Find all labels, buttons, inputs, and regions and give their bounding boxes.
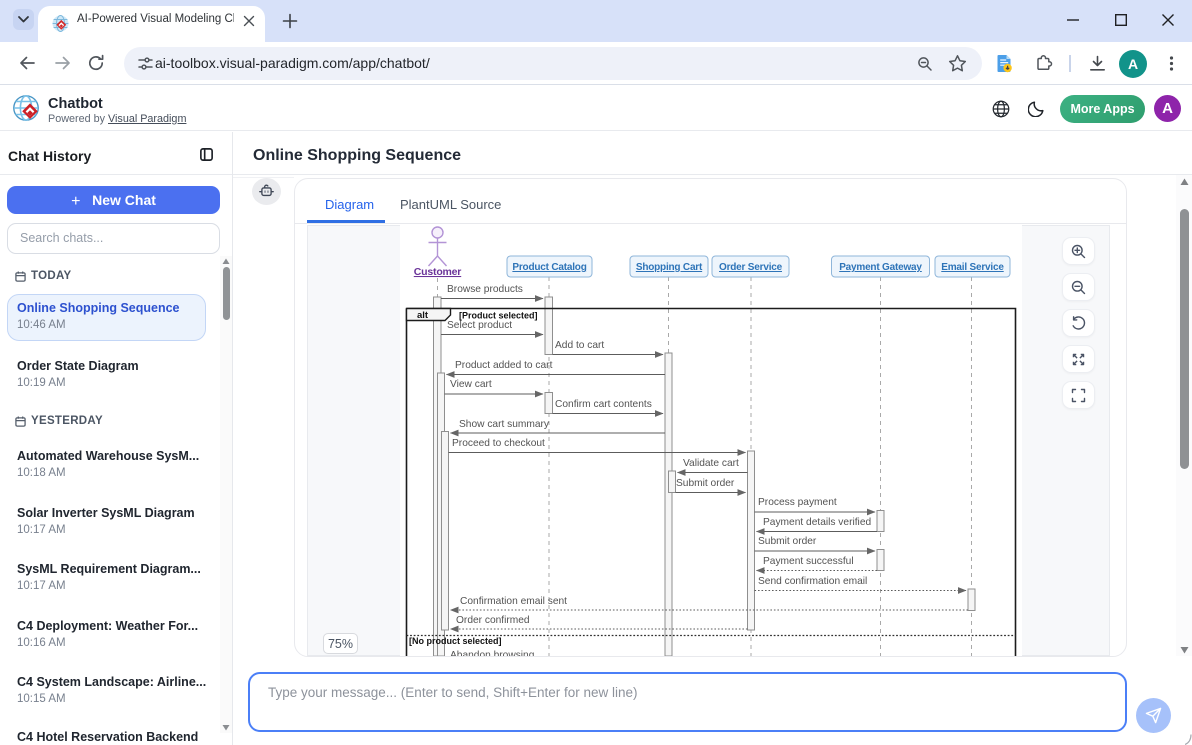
svg-text:Confirmation email sent: Confirmation email sent bbox=[460, 596, 567, 607]
svg-text:[Product selected]: [Product selected] bbox=[459, 311, 538, 321]
svg-text:Email Service: Email Service bbox=[941, 262, 1004, 273]
svg-text:Product Catalog: Product Catalog bbox=[512, 262, 586, 273]
svg-text:alt: alt bbox=[417, 310, 429, 321]
svg-text:Product added to cart: Product added to cart bbox=[455, 360, 553, 371]
svg-text:Order Service: Order Service bbox=[719, 262, 783, 273]
svg-text:Validate cart: Validate cart bbox=[683, 458, 739, 469]
svg-text:Process payment: Process payment bbox=[758, 497, 837, 508]
svg-text:View cart: View cart bbox=[450, 379, 492, 390]
svg-text:Select product: Select product bbox=[447, 320, 512, 331]
svg-text:Payment successful: Payment successful bbox=[763, 556, 854, 567]
svg-text:Abandon browsing: Abandon browsing bbox=[450, 650, 535, 656]
svg-text:Payment Gateway: Payment Gateway bbox=[839, 262, 922, 273]
svg-text:Add to cart: Add to cart bbox=[555, 340, 604, 351]
svg-text:Browse products: Browse products bbox=[447, 284, 523, 295]
svg-text:Proceed to checkout: Proceed to checkout bbox=[452, 438, 545, 449]
svg-text:Payment details verified: Payment details verified bbox=[763, 517, 871, 528]
svg-text:Send confirmation email: Send confirmation email bbox=[758, 576, 867, 587]
svg-text:[No product selected]: [No product selected] bbox=[409, 636, 502, 646]
svg-text:Order confirmed: Order confirmed bbox=[456, 615, 530, 626]
svg-text:Customer: Customer bbox=[414, 266, 462, 278]
svg-text:Submit order: Submit order bbox=[676, 478, 735, 489]
svg-text:Confirm cart contents: Confirm cart contents bbox=[555, 399, 652, 410]
svg-text:Submit order: Submit order bbox=[758, 536, 817, 547]
svg-text:Shopping Cart: Shopping Cart bbox=[636, 262, 703, 273]
svg-text:Show cart summary: Show cart summary bbox=[459, 419, 550, 430]
